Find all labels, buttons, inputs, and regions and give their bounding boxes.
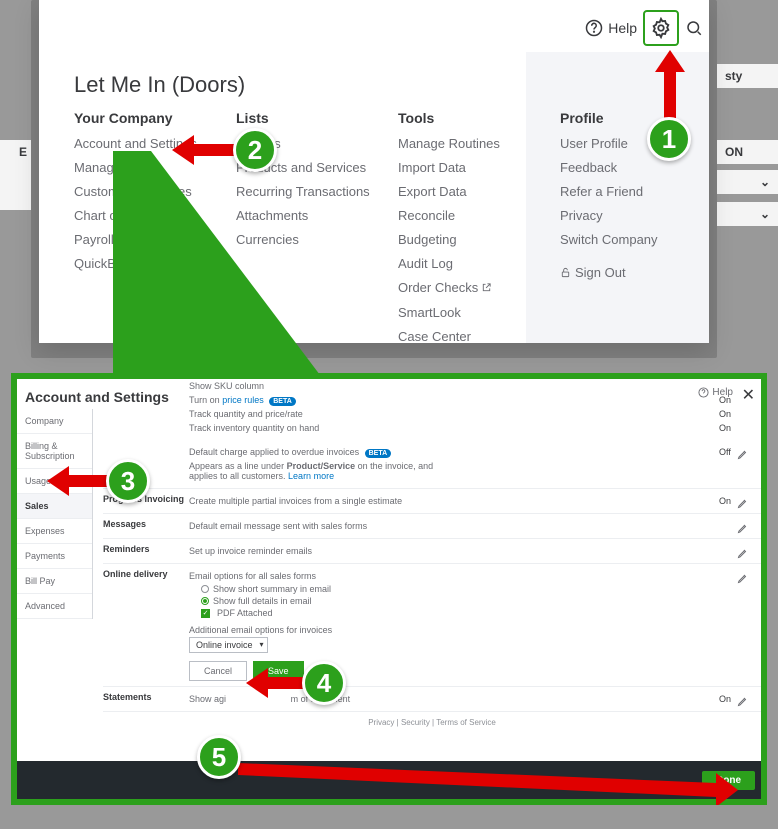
edit-progress[interactable]	[737, 497, 749, 511]
cancel-button[interactable]: Cancel	[189, 661, 247, 681]
gear-button[interactable]	[643, 10, 679, 46]
callout-arrow-2	[172, 135, 236, 165]
edit-statements[interactable]	[737, 695, 749, 709]
menu-order-checks[interactable]: Order Checks	[398, 280, 560, 296]
settings-content: Show SKU column Turn on price rules BETA…	[103, 379, 761, 761]
menu-privacy[interactable]: Privacy	[560, 208, 700, 223]
radio-icon-checked	[201, 597, 209, 605]
sidebar-billing[interactable]: Billing & Subscription	[17, 434, 92, 469]
edit-messages[interactable]	[737, 522, 749, 536]
help-icon	[585, 19, 603, 37]
callout-badge-5: 5	[197, 735, 241, 779]
label-reminders: Reminders	[103, 544, 189, 558]
menu-sign-out[interactable]: Sign Out	[560, 265, 700, 281]
label-statements: Statements	[103, 692, 189, 706]
callout-connector	[113, 151, 323, 381]
footer-links-inline: Privacy | Security | Terms of Service	[103, 712, 761, 733]
menu-import-data[interactable]: Import Data	[398, 160, 560, 175]
learn-more-link[interactable]: Learn more	[288, 471, 334, 481]
checkbox-pdf-attached[interactable]: ✓PDF Attached	[189, 607, 749, 619]
edit-late-fees[interactable]	[737, 448, 749, 462]
callout-arrow-5	[238, 745, 738, 805]
menu-audit-log[interactable]: Audit Log	[398, 256, 560, 271]
sidebar-payments[interactable]: Payments	[17, 544, 92, 569]
help-label: Help	[608, 20, 637, 36]
menu-manage-routines[interactable]: Manage Routines	[398, 136, 560, 151]
sidebar-advanced[interactable]: Advanced	[17, 594, 92, 619]
background-right-strip-chev1: ⌄	[717, 170, 778, 194]
price-rules-link[interactable]: price rules	[222, 395, 264, 405]
callout-arrow-1	[655, 50, 685, 118]
menu-switch-company[interactable]: Switch Company	[560, 232, 700, 247]
radio-full-details[interactable]: Show full details in email	[189, 595, 749, 607]
col-title-your-company: Your Company	[74, 110, 236, 126]
menu-budgeting[interactable]: Budgeting	[398, 232, 560, 247]
pencil-icon	[737, 522, 749, 534]
callout-badge-1: 1	[647, 117, 691, 161]
col-title-tools: Tools	[398, 110, 560, 126]
gear-icon	[650, 17, 672, 39]
sidebar-expenses[interactable]: Expenses	[17, 519, 92, 544]
menu-reconcile[interactable]: Reconcile	[398, 208, 560, 223]
background-left-strip: E	[0, 140, 31, 210]
edit-reminders[interactable]	[737, 547, 749, 561]
pencil-icon	[737, 695, 749, 707]
pencil-icon	[737, 547, 749, 559]
callout-badge-3: 3	[106, 459, 150, 503]
search-icon-partial[interactable]	[685, 19, 703, 37]
settings-panel-wrapper: Account and Settings Help ✕ Company Bill…	[11, 373, 767, 805]
settings-panel: Account and Settings Help ✕ Company Bill…	[17, 379, 761, 799]
background-right-strip-chev2: ⌄	[717, 202, 778, 226]
callout-badge-4: 4	[302, 661, 346, 705]
menu-smartlook[interactable]: SmartLook	[398, 305, 560, 320]
background-right-strip-1: sty	[717, 64, 778, 88]
settings-sidebar: Company Billing & Subscription Usage Sal…	[17, 409, 93, 619]
external-link-icon	[481, 281, 492, 296]
menu-case-center[interactable]: Case Center	[398, 329, 560, 344]
col-tools: Tools Manage Routines Import Data Export…	[398, 110, 560, 353]
beta-badge: BETA	[365, 449, 392, 458]
help-button[interactable]: Help	[585, 19, 637, 37]
checkbox-checked-icon: ✓	[201, 609, 210, 618]
label-online-delivery: Online delivery	[103, 569, 189, 681]
pencil-icon	[737, 448, 749, 460]
beta-badge: BETA	[269, 397, 296, 406]
callout-badge-2: 2	[233, 128, 277, 172]
callout-arrow-3	[47, 466, 109, 496]
edit-online-delivery[interactable]	[737, 572, 749, 586]
radio-short-summary[interactable]: Show short summary in email	[189, 583, 749, 595]
online-invoice-dropdown[interactable]: Online invoice	[189, 637, 268, 653]
label-messages: Messages	[103, 519, 189, 533]
opt-sku: Show SKU column	[189, 381, 719, 391]
background-right-strip-2: ON	[717, 140, 778, 164]
callout-arrow-4	[246, 668, 306, 698]
sidebar-company[interactable]: Company	[17, 409, 92, 434]
company-title: Let Me In (Doors)	[74, 72, 245, 98]
menu-feedback[interactable]: Feedback	[560, 160, 700, 175]
pencil-icon	[737, 572, 749, 584]
col-title-lists: Lists	[236, 110, 398, 126]
pencil-icon	[737, 497, 749, 509]
sidebar-billpay[interactable]: Bill Pay	[17, 569, 92, 594]
menu-export-data[interactable]: Export Data	[398, 184, 560, 199]
radio-icon	[201, 585, 209, 593]
lock-icon	[560, 266, 571, 281]
menu-refer-friend[interactable]: Refer a Friend	[560, 184, 700, 199]
sidebar-sales[interactable]: Sales	[17, 494, 92, 519]
